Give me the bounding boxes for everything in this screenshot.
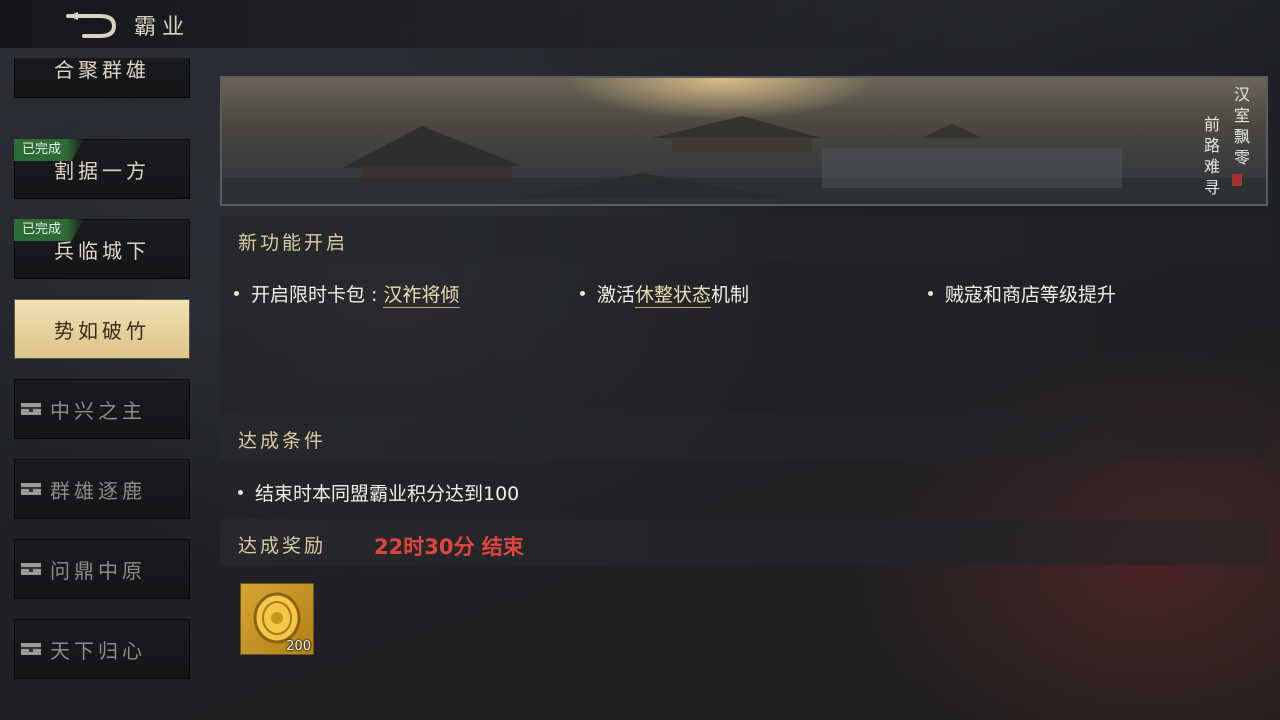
feature-item: 贼寇和商店等级提升 bbox=[928, 280, 1116, 307]
chest-lock-icon bbox=[21, 403, 41, 415]
poem-line-1: 汉室飘零 bbox=[1233, 85, 1250, 167]
chest-lock-icon bbox=[21, 643, 41, 655]
bullet-icon bbox=[580, 291, 585, 296]
reward-count: 200 bbox=[286, 639, 311, 654]
sidebar-item-tianxiaguixin[interactable]: 天下归心 bbox=[14, 619, 190, 679]
condition-text: 结束时本同盟霸业积分达到100 bbox=[255, 483, 520, 505]
sidebar-item-gejuyifang[interactable]: 已完成 割据一方 bbox=[14, 139, 190, 199]
top-bar: 霸业 bbox=[0, 0, 1280, 48]
sidebar-item-hejuqunxiong[interactable]: 合聚群雄 bbox=[14, 58, 190, 98]
feature-item: 开启限时卡包 : 汉祚将倾 bbox=[234, 280, 460, 308]
reward-item-gold-coin[interactable]: 200 bbox=[240, 583, 314, 655]
section-title: 达成奖励 bbox=[238, 535, 327, 557]
rest-status-link[interactable]: 休整状态 bbox=[635, 284, 712, 308]
feature-text: 机制 bbox=[711, 284, 750, 306]
sidebar-item-binglinchengxia[interactable]: 已完成 兵临城下 bbox=[14, 219, 190, 279]
section-title: 达成条件 bbox=[238, 430, 327, 452]
feature-text: 贼寇和商店等级提升 bbox=[945, 284, 1117, 306]
banner-poem: 汉室飘零 前路难寻 bbox=[1198, 84, 1256, 202]
chest-lock-icon bbox=[21, 483, 41, 495]
sidebar-item-label: 群雄逐鹿 bbox=[50, 479, 146, 503]
section-header-conditions: 达成条件 bbox=[220, 414, 1268, 460]
bullet-icon bbox=[234, 291, 239, 296]
bullet-icon bbox=[928, 291, 933, 296]
end-timer: 22时30分 结束 bbox=[374, 535, 524, 559]
section-title: 新功能开启 bbox=[238, 232, 349, 254]
back-arrow-icon bbox=[66, 12, 117, 38]
sidebar: 合聚群雄 已完成 割据一方 已完成 兵临城下 势如破竹 中兴之主 群雄逐鹿 问鼎… bbox=[14, 58, 190, 698]
sidebar-item-label: 势如破竹 bbox=[54, 319, 150, 343]
sidebar-item-label: 合聚群雄 bbox=[54, 58, 150, 82]
section-header-features: 新功能开启 bbox=[220, 216, 1268, 262]
sidebar-item-shirupozhu[interactable]: 势如破竹 bbox=[14, 299, 190, 359]
condition-item: 结束时本同盟霸业积分达到100 bbox=[238, 479, 519, 506]
feature-text: 开启限时卡包 : bbox=[251, 284, 384, 306]
back-button[interactable] bbox=[64, 8, 120, 40]
sidebar-item-zhongxingzhizhu[interactable]: 中兴之主 bbox=[14, 379, 190, 439]
chest-lock-icon bbox=[21, 563, 41, 575]
sidebar-item-label: 兵临城下 bbox=[54, 239, 150, 263]
feature-item: 激活休整状态机制 bbox=[580, 280, 750, 308]
bullet-icon bbox=[238, 490, 243, 495]
sidebar-item-wendingzhongyuan[interactable]: 问鼎中原 bbox=[14, 539, 190, 599]
sidebar-item-label: 中兴之主 bbox=[50, 399, 146, 423]
sidebar-item-qunxiongzhulu[interactable]: 群雄逐鹿 bbox=[14, 459, 190, 519]
sidebar-item-label: 割据一方 bbox=[54, 159, 150, 183]
palace-scene-illustration bbox=[222, 116, 1266, 204]
feature-text: 激活 bbox=[597, 284, 636, 306]
sidebar-item-label: 天下归心 bbox=[50, 639, 146, 663]
poem-line-2: 前路难寻 bbox=[1203, 115, 1220, 197]
card-pack-link[interactable]: 汉祚将倾 bbox=[383, 284, 460, 308]
page-title: 霸业 bbox=[134, 15, 191, 40]
seal-stamp bbox=[1232, 174, 1242, 186]
chapter-banner: 汉室飘零 前路难寻 bbox=[220, 76, 1268, 206]
sidebar-item-label: 问鼎中原 bbox=[50, 559, 146, 583]
